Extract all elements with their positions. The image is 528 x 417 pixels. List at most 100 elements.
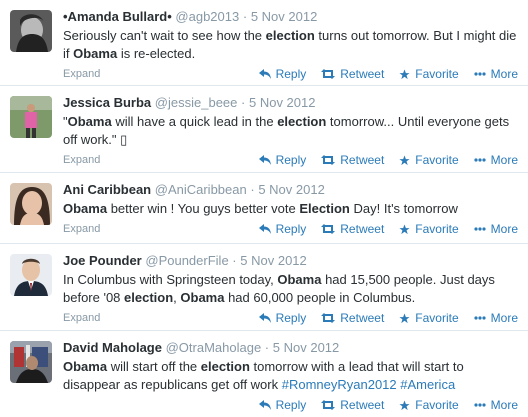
- retweet-icon: [321, 400, 336, 410]
- more-icon: [474, 403, 486, 407]
- tweet: •Amanda Bullard• @agb2013 · 5 Nov 2012 S…: [0, 0, 528, 86]
- tweet-header: Ani Caribbean @AniCaribbean · 5 Nov 2012: [63, 181, 518, 199]
- avatar[interactable]: [10, 183, 52, 225]
- retweet-icon: [321, 313, 336, 323]
- keyword-highlight: election: [200, 359, 250, 374]
- tweet-header: Joe Pounder @PounderFile · 5 Nov 2012: [63, 252, 518, 270]
- author-handle[interactable]: @AniCaribbean: [155, 182, 247, 197]
- retweet-label: Retweet: [340, 222, 385, 236]
- expand-link[interactable]: Expand: [63, 223, 100, 235]
- tweet-feed: •Amanda Bullard• @agb2013 · 5 Nov 2012 S…: [0, 0, 528, 417]
- reply-icon: [258, 313, 271, 323]
- reply-button[interactable]: Reply: [258, 153, 307, 167]
- tweet: David Maholage @OtraMaholage · 5 Nov 201…: [0, 331, 528, 417]
- reply-button[interactable]: Reply: [258, 67, 307, 81]
- text-segment: will start off the: [107, 359, 201, 374]
- keyword-highlight: election: [124, 290, 174, 305]
- star-icon: [399, 68, 410, 79]
- more-button[interactable]: More: [474, 153, 518, 167]
- favorite-label: Favorite: [415, 67, 459, 81]
- text-segment: In Columbus with Springsteen today,: [63, 272, 278, 287]
- favorite-button[interactable]: Favorite: [399, 153, 459, 167]
- more-button[interactable]: More: [474, 311, 518, 325]
- more-label: More: [490, 67, 518, 81]
- more-button[interactable]: More: [474, 222, 518, 236]
- retweet-button[interactable]: Retweet: [321, 398, 384, 412]
- author-handle[interactable]: @jessie_beee: [155, 95, 238, 110]
- star-icon: [399, 223, 410, 234]
- retweet-button[interactable]: Retweet: [321, 222, 384, 236]
- separator-dot: ·: [264, 340, 270, 355]
- more-button[interactable]: More: [474, 398, 518, 412]
- favorite-button[interactable]: Favorite: [399, 398, 459, 412]
- tweet-text: "Obama will have a quick lead in the ele…: [63, 113, 518, 149]
- reply-icon: [258, 69, 271, 79]
- avatar[interactable]: [10, 96, 52, 138]
- author-name[interactable]: Joe Pounder: [63, 253, 142, 268]
- retweet-button[interactable]: Retweet: [321, 311, 384, 325]
- favorite-label: Favorite: [415, 398, 459, 412]
- author-name[interactable]: •Amanda Bullard•: [63, 9, 172, 24]
- tweet: Ani Caribbean @AniCaribbean · 5 Nov 2012…: [0, 173, 528, 244]
- timestamp[interactable]: 5 Nov 2012: [251, 9, 318, 24]
- tweet-actions: Expand Reply Retweet Favorite More: [63, 149, 518, 173]
- reply-label: Reply: [275, 311, 307, 325]
- more-icon: [474, 316, 486, 320]
- retweet-label: Retweet: [340, 311, 385, 325]
- separator-dot: ·: [241, 95, 246, 110]
- expand-link[interactable]: Expand: [63, 154, 100, 166]
- more-button[interactable]: More: [474, 67, 518, 81]
- favorite-button[interactable]: Favorite: [399, 222, 459, 236]
- text-segment: had 60,000 people in Columbus.: [224, 290, 416, 305]
- keyword-highlight: election: [277, 114, 327, 129]
- hashtag-link[interactable]: #America: [400, 377, 455, 392]
- author-handle[interactable]: @PounderFile: [145, 253, 228, 268]
- action-bar: Reply Retweet Favorite More: [244, 222, 518, 236]
- action-bar: Reply Retweet Favorite More: [244, 67, 518, 81]
- more-label: More: [490, 153, 518, 167]
- text-segment: Day! It's tomorrow: [349, 201, 458, 216]
- action-bar: Reply Retweet Favorite More: [244, 311, 518, 325]
- star-icon: [399, 154, 410, 165]
- reply-label: Reply: [275, 153, 307, 167]
- favorite-button[interactable]: Favorite: [399, 67, 459, 81]
- timestamp[interactable]: 5 Nov 2012: [240, 253, 307, 268]
- tweet-actions: Reply Retweet Favorite More: [63, 394, 518, 417]
- retweet-label: Retweet: [340, 67, 385, 81]
- avatar[interactable]: [10, 341, 52, 383]
- expand-link[interactable]: Expand: [63, 68, 100, 80]
- author-name[interactable]: Ani Caribbean: [63, 182, 151, 197]
- timestamp[interactable]: 5 Nov 2012: [273, 340, 340, 355]
- retweet-button[interactable]: Retweet: [321, 67, 384, 81]
- expand-link[interactable]: Expand: [63, 312, 100, 324]
- timestamp[interactable]: 5 Nov 2012: [249, 95, 316, 110]
- keyword-highlight: Obama: [67, 114, 112, 129]
- avatar[interactable]: [10, 254, 52, 296]
- separator-dot: ·: [232, 253, 237, 268]
- reply-label: Reply: [275, 67, 307, 81]
- tweet-text: Obama will start off the election tomorr…: [63, 358, 518, 394]
- reply-icon: [258, 224, 271, 234]
- reply-button[interactable]: Reply: [258, 222, 306, 236]
- tweet-header: •Amanda Bullard• @agb2013 · 5 Nov 2012: [63, 8, 518, 26]
- author-name[interactable]: Jessica Burba: [63, 95, 151, 110]
- author-handle[interactable]: @agb2013: [175, 9, 239, 24]
- reply-icon: [258, 155, 271, 165]
- favorite-label: Favorite: [415, 311, 459, 325]
- favorite-button[interactable]: Favorite: [399, 311, 459, 325]
- tweet-actions: Expand Reply Retweet Favorite More: [63, 63, 518, 87]
- retweet-icon: [321, 224, 336, 234]
- keyword-highlight: Obama: [277, 272, 322, 287]
- hashtag-link[interactable]: #RomneyRyan2012: [282, 377, 397, 392]
- avatar[interactable]: [10, 10, 52, 52]
- retweet-button[interactable]: Retweet: [321, 153, 384, 167]
- timestamp[interactable]: 5 Nov 2012: [258, 182, 325, 197]
- tweet-text: Seriously can't wait to see how the elec…: [63, 27, 518, 63]
- reply-button[interactable]: Reply: [258, 311, 307, 325]
- more-icon: [474, 158, 486, 162]
- author-handle[interactable]: @OtraMaholage: [166, 340, 262, 355]
- reply-button[interactable]: Reply: [258, 398, 306, 412]
- action-bar: Reply Retweet Favorite More: [244, 153, 518, 167]
- retweet-icon: [321, 69, 336, 79]
- author-name[interactable]: David Maholage: [63, 340, 162, 355]
